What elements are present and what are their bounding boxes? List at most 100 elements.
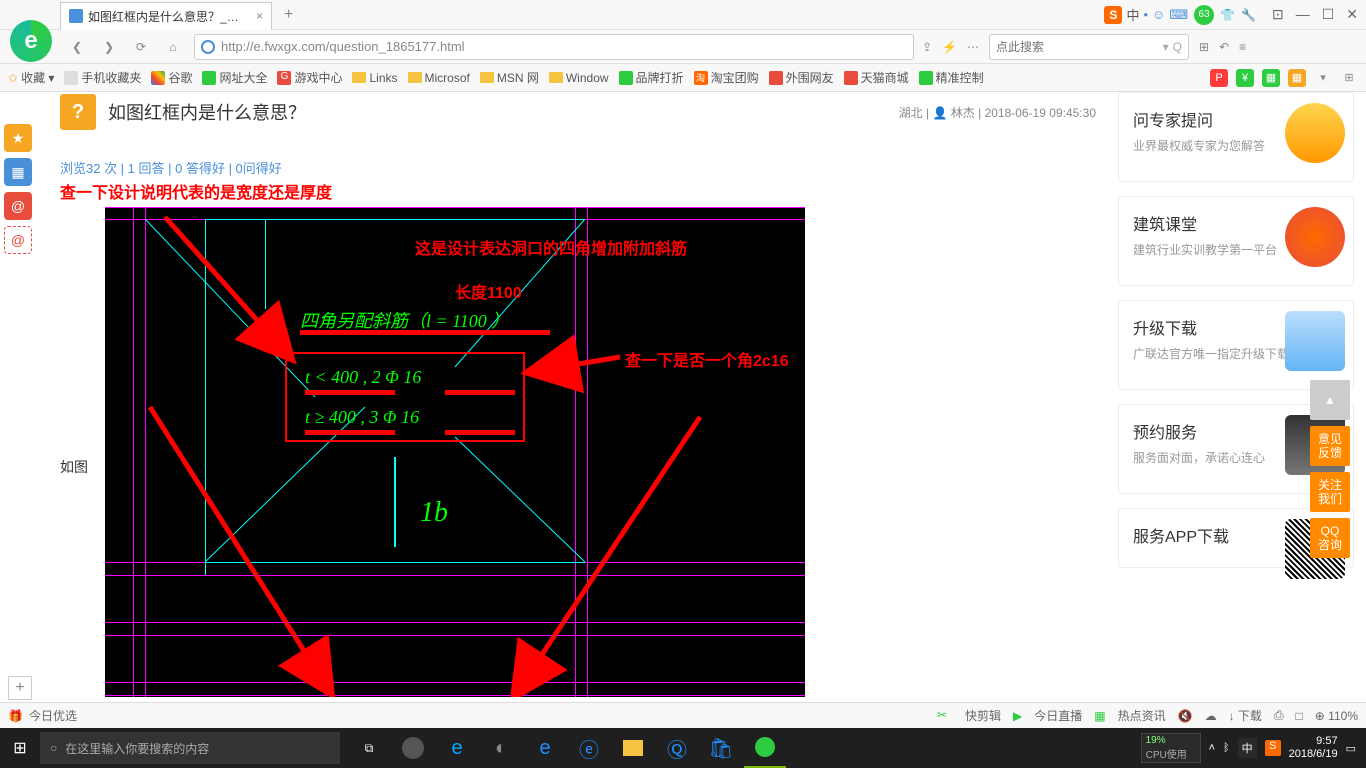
new-tab-button[interactable]: + xyxy=(278,6,299,24)
clock[interactable]: 9:57 2018/6/19 xyxy=(1289,735,1338,761)
mute-icon[interactable]: 🔇 xyxy=(1178,709,1193,723)
addr-undo-icon[interactable]: ↶ xyxy=(1219,40,1229,54)
scissors-icon[interactable]: ✂ xyxy=(937,708,953,724)
hotnews-link[interactable]: 热点资讯 xyxy=(1118,707,1166,724)
print-icon[interactable]: ⎙ xyxy=(1274,708,1284,723)
tray-bluetooth-icon[interactable]: ᛒ xyxy=(1223,742,1230,754)
app-icon-edge2[interactable]: e xyxy=(524,728,566,768)
search-icon[interactable]: Q xyxy=(1173,40,1182,54)
ime-emoji-icon[interactable]: ☺ xyxy=(1152,7,1165,22)
url-input[interactable]: http://e.fwxgx.com/question_1865177.html xyxy=(194,34,914,60)
qq-button[interactable]: QQ 咨询 xyxy=(1310,518,1350,558)
taskbar-search[interactable]: ○ 在这里输入你要搜索的内容 xyxy=(40,732,340,764)
app-icon-360[interactable] xyxy=(744,728,786,768)
link-icon xyxy=(769,71,783,85)
window-minimize-icon[interactable]: — xyxy=(1296,6,1310,23)
today-picks-link[interactable]: 今日优选 xyxy=(29,707,77,724)
bookmark-item[interactable]: 谷歌 xyxy=(151,69,192,86)
user-label[interactable]: 👤 林杰 xyxy=(932,106,974,120)
window-icon[interactable]: □ xyxy=(1296,709,1303,723)
bookmark-item[interactable]: 品牌打折 xyxy=(619,69,684,86)
follow-button[interactable]: 关注 我们 xyxy=(1310,472,1350,512)
sogou-icon[interactable]: S xyxy=(1104,6,1122,24)
tab-close-icon[interactable]: × xyxy=(256,9,263,23)
scroll-top-button[interactable]: ▲ xyxy=(1310,380,1350,420)
app-icon-edge[interactable]: e xyxy=(436,728,478,768)
live-link[interactable]: 今日直播 xyxy=(1034,707,1082,724)
search-input[interactable] xyxy=(996,40,1163,54)
bookmark-item[interactable]: G游戏中心 xyxy=(277,69,342,86)
lang-indicator[interactable]: 中 xyxy=(1238,738,1257,758)
sidebar-card-download[interactable]: 升级下载 广联达官方唯一指定升级下载 xyxy=(1118,300,1354,390)
ext-grid-icon[interactable]: ▦ xyxy=(1262,69,1280,87)
start-button[interactable]: ⊞ xyxy=(0,728,40,768)
nav-forward-button[interactable]: ❯ xyxy=(96,34,122,60)
tshirt-icon[interactable]: 👕 xyxy=(1220,8,1235,22)
sidebar-card-expert[interactable]: 问专家提问 业界最权威专家为您解答 xyxy=(1118,92,1354,182)
app-icon-store[interactable]: 🛍 xyxy=(700,728,742,768)
sogou-tray-icon[interactable]: S xyxy=(1265,740,1281,756)
zoom-label[interactable]: ⊕ 110% xyxy=(1315,709,1358,723)
bookmark-item[interactable]: 精准控制 xyxy=(919,69,984,86)
plus-tab-button[interactable]: + xyxy=(8,676,32,700)
notification-badge[interactable]: 63 xyxy=(1194,5,1214,25)
nav-home-button[interactable]: ⌂ xyxy=(160,34,186,60)
app-icon-explorer[interactable] xyxy=(612,728,654,768)
ext-cal-icon[interactable]: ▦ xyxy=(1288,69,1306,87)
wrench-icon[interactable]: 🔧 xyxy=(1241,8,1256,22)
app-icon-qq[interactable]: Ⓠ xyxy=(656,728,698,768)
float-weibo-icon[interactable]: @ xyxy=(4,192,32,220)
ext-money-icon[interactable]: ¥ xyxy=(1236,69,1254,87)
browser-tab[interactable]: 如图红框内是什么意思？_广联达 × xyxy=(60,2,272,30)
bookmark-folder[interactable]: Microsof xyxy=(408,71,470,85)
bookmark-folder[interactable]: Window xyxy=(549,71,609,85)
ime-keyboard-icon[interactable]: ⌨ xyxy=(1169,7,1188,23)
gift-icon[interactable]: 🎁 xyxy=(8,709,23,723)
nav-reload-button[interactable]: ⟳ xyxy=(128,34,154,60)
download-link[interactable]: ↓ 下载 xyxy=(1229,707,1262,724)
news-icon[interactable]: ▦ xyxy=(1094,709,1105,723)
addr-menu-icon[interactable]: ≡ xyxy=(1239,40,1246,54)
cad-mark: 1b xyxy=(420,497,448,529)
ime-indicator[interactable]: S 中 • ☺ ⌨ xyxy=(1104,5,1188,24)
taskview-button[interactable]: ⧉ xyxy=(348,728,390,768)
window-close-icon[interactable]: ✕ xyxy=(1346,6,1358,23)
float-star-icon[interactable]: ★ xyxy=(4,124,32,152)
more-icon[interactable]: ⋯ xyxy=(967,40,979,54)
window-popout-icon[interactable]: ⊡ xyxy=(1272,6,1284,23)
app-icon[interactable] xyxy=(392,728,434,768)
browser-logo[interactable]: e xyxy=(10,20,52,62)
search-box[interactable]: ▾ Q xyxy=(989,34,1189,60)
float-news-icon[interactable]: ▦ xyxy=(4,158,32,186)
ext-apps-icon[interactable]: ⊞ xyxy=(1340,69,1358,87)
share-icon[interactable]: ⇪ xyxy=(922,40,932,54)
cloud-icon[interactable]: ☁ xyxy=(1205,709,1217,723)
bookmark-item[interactable]: 天猫商城 xyxy=(844,69,909,86)
cpu-meter[interactable]: 19% CPU使用 xyxy=(1141,733,1201,763)
window-maximize-icon[interactable]: ☐ xyxy=(1322,6,1335,23)
bookmark-item[interactable]: 淘淘宝团购 xyxy=(694,69,759,86)
nav-back-button[interactable]: ❮ xyxy=(64,34,90,60)
sidebar-card-class[interactable]: 建筑课堂 建筑行业实训教学第一平台 xyxy=(1118,196,1354,286)
bookmark-item[interactable]: 外围网友 xyxy=(769,69,834,86)
tray-up-icon[interactable]: ˄ xyxy=(1209,742,1215,754)
app-icon-ie[interactable]: ⓔ xyxy=(568,728,610,768)
url-text: http://e.fwxgx.com/question_1865177.html xyxy=(221,39,465,54)
play-icon[interactable]: ▶ xyxy=(1013,709,1022,723)
feedback-button[interactable]: 意见 反馈 xyxy=(1310,426,1350,466)
app-icon-browser[interactable]: ◐ xyxy=(480,728,522,768)
notification-center-icon[interactable]: ▭ xyxy=(1346,742,1356,755)
quickcut-link[interactable]: 快剪辑 xyxy=(965,707,1001,724)
cloud-icon xyxy=(1285,311,1345,371)
ext-p-icon[interactable]: P xyxy=(1210,69,1228,87)
bookmark-folder[interactable]: MSN 网 xyxy=(480,69,539,86)
addr-ext-icon[interactable]: ⊞ xyxy=(1199,40,1209,54)
bolt-icon[interactable]: ⚡ xyxy=(942,40,957,54)
bookmark-item[interactable]: 网址大全 xyxy=(202,69,267,86)
float-at-icon[interactable]: @ xyxy=(4,226,32,254)
bookmark-folder[interactable]: Links xyxy=(352,71,397,85)
search-dropdown-icon[interactable]: ▾ xyxy=(1163,40,1169,54)
favorites-button[interactable]: ✩✩ 收藏收藏 ▾ xyxy=(8,69,54,86)
bookmark-item[interactable]: 手机收藏夹 xyxy=(64,69,141,86)
ext-dropdown-icon[interactable]: ▾ xyxy=(1314,69,1332,87)
